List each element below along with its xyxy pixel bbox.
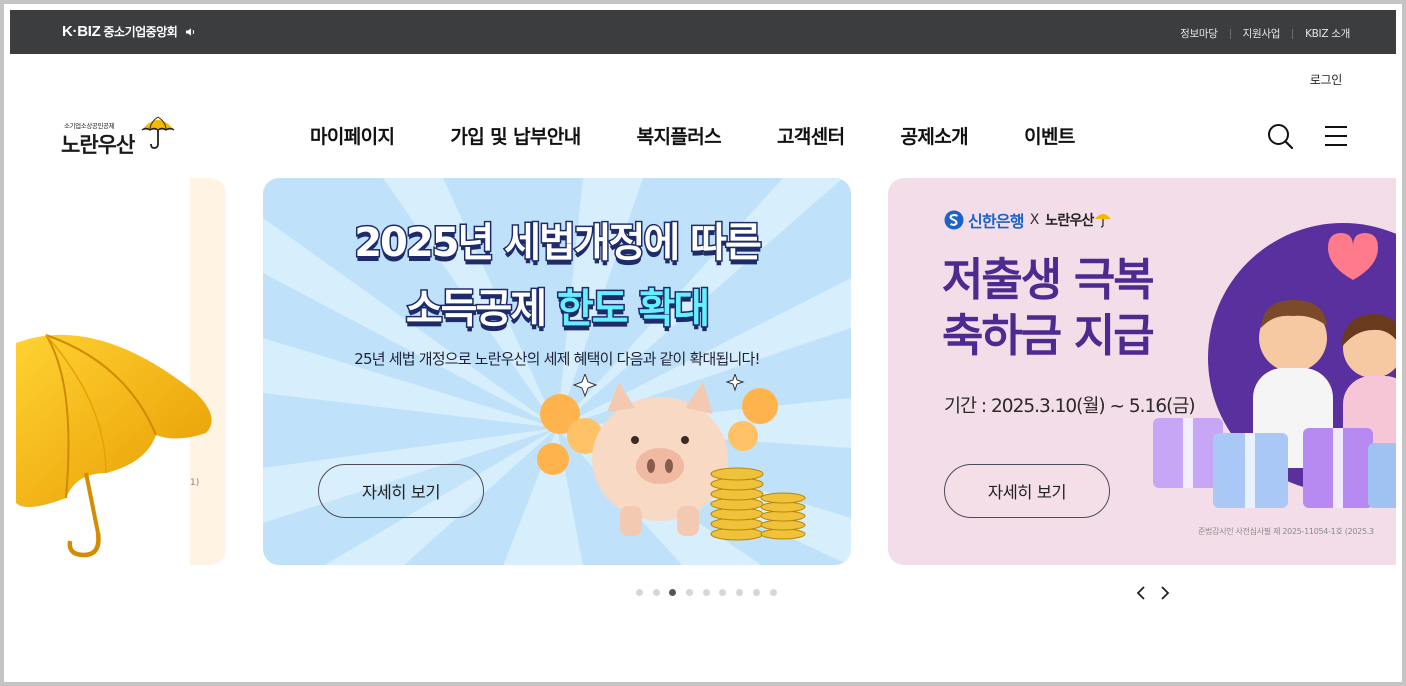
top-utility-bar: K·BIZ 중소기업중앙회 정보마당 지원사업 KBIZ 소개 xyxy=(10,10,1396,54)
hero-slider: 1) 2025년 세법개정에 따른 소득공제 한도 확대 25년 세법 개정으로… xyxy=(10,178,1396,566)
slide-headline-line1: 2025년 세법개정에 따른 xyxy=(353,219,764,268)
search-icon[interactable] xyxy=(1266,122,1294,150)
nav-welfare-plus[interactable]: 복지플러스 xyxy=(637,122,722,149)
birth-detail-button[interactable]: 자세히 보기 xyxy=(944,464,1110,518)
piggy-bank-illustration xyxy=(537,374,806,541)
slide-description: 25년 세법 개정으로 노란우산의 세제 혜택이 다음과 같이 확대됩니다! xyxy=(354,350,760,368)
slider-arrows xyxy=(1134,584,1182,602)
headline-deduction: 소득공제 xyxy=(404,285,548,334)
nav-mypage[interactable]: 마이페이지 xyxy=(310,122,395,149)
kbiz-brand: K·BIZ xyxy=(62,23,101,40)
speaker-icon[interactable] xyxy=(185,26,197,38)
next-slide-button[interactable] xyxy=(1158,584,1172,602)
pagination-dot-active[interactable] xyxy=(669,589,677,596)
next-arrow-icon xyxy=(1161,586,1170,600)
birth-title-line2: 축하금 지급 xyxy=(942,309,1155,362)
nav-join-payment[interactable]: 가입 및 납부안내 xyxy=(450,122,581,149)
page-frame: K·BIZ 중소기업중앙회 정보마당 지원사업 KBIZ 소개 로그인 소기업소… xyxy=(0,0,1406,686)
umbrella-illustration xyxy=(16,334,212,558)
nav-customer-center[interactable]: 고객센터 xyxy=(777,122,845,149)
divider xyxy=(1292,28,1294,39)
login-link[interactable]: 로그인 xyxy=(1310,71,1343,88)
birth-title: 저출생 극복 축하금 지급 xyxy=(942,252,1155,364)
headline-limit-expansion: 한도 확대 xyxy=(555,285,711,334)
partner-brand-name: 노란우산 xyxy=(1045,213,1094,229)
divider xyxy=(1229,28,1231,39)
main-navigation: 마이페이지 가입 및 납부안내 복지플러스 고객센터 공제소개 이벤트 xyxy=(310,122,1075,149)
pagination-dot[interactable] xyxy=(736,589,744,596)
slider-pagination xyxy=(636,589,786,596)
toplink-about[interactable]: KBIZ 소개 xyxy=(1305,26,1350,41)
prev-slide-button[interactable] xyxy=(1134,584,1148,602)
shinhan-logo-icon xyxy=(944,210,964,230)
pagination-dot[interactable] xyxy=(686,589,694,596)
pagination-dot[interactable] xyxy=(652,589,660,596)
nav-events[interactable]: 이벤트 xyxy=(1024,122,1075,149)
compliance-notice: 준법감시인 사전심사필 제 2025-11054-1호 (2025.3 xyxy=(1198,527,1374,536)
couple-gift-illustration xyxy=(1153,223,1396,508)
prev-arrow-icon xyxy=(1136,586,1145,600)
pagination-dot[interactable] xyxy=(719,589,727,596)
slide-tax-deduction[interactable]: 2025년 세법개정에 따른 소득공제 한도 확대 25년 세법 개정으로 노란… xyxy=(263,178,851,565)
slide-birth-congratulation[interactable]: 신한은행 X 노란우산 저출생 극복 축하금 지급 기간 : 2025.3.10… xyxy=(888,178,1396,565)
kbiz-org-name: 중소기업중앙회 xyxy=(103,25,178,39)
toplink-info[interactable]: 정보마당 xyxy=(1180,26,1218,41)
top-links: 정보마당 지원사업 KBIZ 소개 xyxy=(1180,26,1350,41)
pagination-dot[interactable] xyxy=(702,589,710,596)
nav-about-mutual-aid[interactable]: 공제소개 xyxy=(901,122,969,149)
hamburger-menu-icon[interactable] xyxy=(1324,124,1348,148)
birth-title-line1: 저출생 극복 xyxy=(942,253,1155,306)
toplink-support[interactable]: 지원사업 xyxy=(1243,26,1281,41)
site-logo[interactable]: 소기업소상공인공제 노란우산 xyxy=(60,112,180,162)
partner-bank-name: 신한은행 xyxy=(968,212,1024,231)
pagination-dot[interactable] xyxy=(769,589,777,596)
kbiz-home-link[interactable]: K·BIZ 중소기업중앙회 xyxy=(62,23,197,40)
pagination-dot[interactable] xyxy=(636,589,643,596)
umbrella-logo-icon xyxy=(141,116,175,149)
partner-separator: X xyxy=(1029,212,1040,228)
pagination-dot[interactable] xyxy=(752,589,760,596)
partner-logos: 신한은행 X 노란우산 xyxy=(944,208,1112,232)
umbrella-logo-icon xyxy=(1094,214,1111,228)
slide-headline-line2: 소득공제 한도 확대 xyxy=(263,276,851,334)
logo-title: 노란우산 xyxy=(61,133,135,157)
tax-detail-button[interactable]: 자세히 보기 xyxy=(318,464,484,518)
